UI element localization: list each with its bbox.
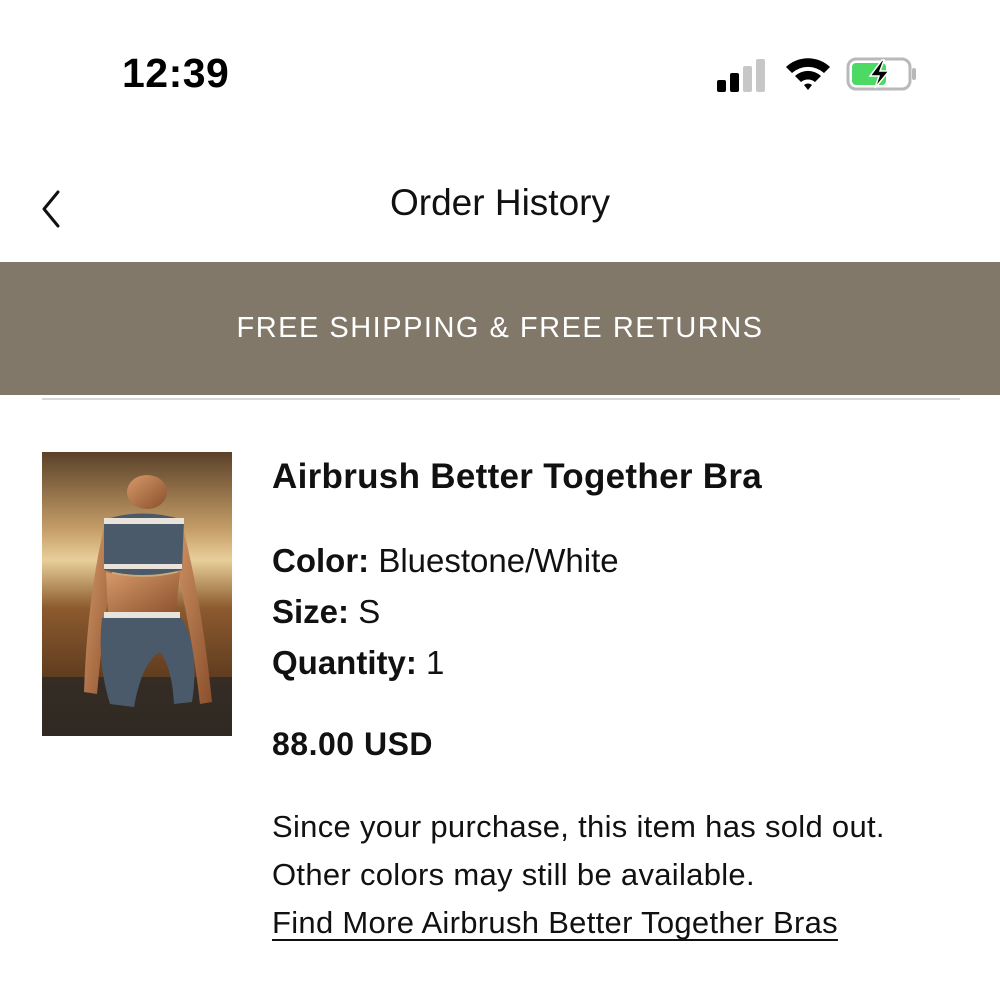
- promo-banner: FREE SHIPPING & FREE RETURNS: [0, 262, 1000, 395]
- attribute-label: Quantity:: [272, 644, 417, 681]
- product-image[interactable]: [42, 452, 232, 736]
- header: Order History: [0, 160, 1000, 255]
- attribute-label: Color:: [272, 542, 370, 579]
- attribute-label: Size:: [272, 593, 350, 630]
- attribute-color: Color: Bluestone/White: [272, 535, 972, 586]
- promo-banner-text: FREE SHIPPING & FREE RETURNS: [236, 312, 764, 344]
- attribute-value: 1: [426, 644, 445, 681]
- page-title: Order History: [390, 182, 610, 223]
- status-bar: 12:39: [0, 0, 1000, 140]
- product-name[interactable]: Airbrush Better Together Bra: [272, 457, 972, 497]
- wifi-icon: [786, 58, 830, 90]
- find-more-link[interactable]: Find More Airbrush Better Together Bras: [272, 899, 838, 947]
- order-item-details: Airbrush Better Together Bra Color: Blue…: [272, 452, 972, 947]
- attribute-size: Size: S: [272, 586, 972, 637]
- product-attributes: Color: Bluestone/White Size: S Quantity:…: [272, 535, 972, 688]
- product-price: 88.00 USD: [272, 726, 434, 762]
- battery-charging-icon: [846, 57, 916, 91]
- attribute-value: S: [358, 593, 381, 630]
- attribute-value: Bluestone/White: [378, 542, 619, 579]
- status-time: 12:39: [122, 50, 230, 96]
- attribute-quantity: Quantity: 1: [272, 637, 972, 688]
- divider: [42, 398, 960, 400]
- cellular-signal-icon: [717, 58, 769, 92]
- sold-out-notice: Since your purchase, this item has sold …: [272, 809, 885, 892]
